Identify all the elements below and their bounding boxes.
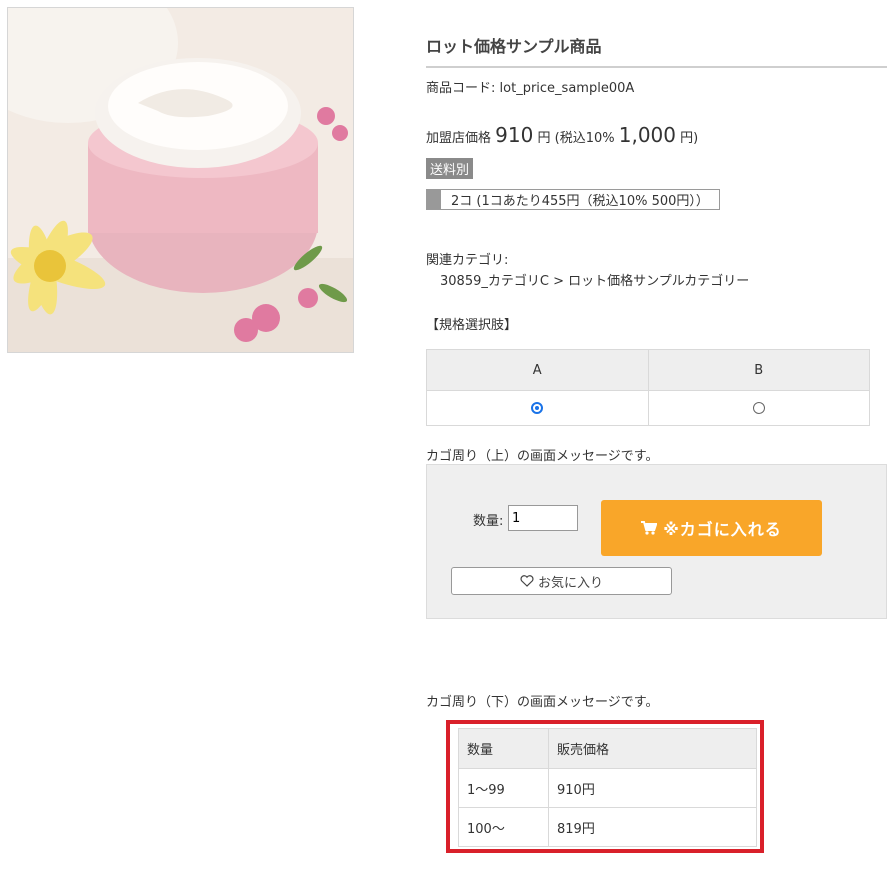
tier-header-price: 販売価格 (548, 728, 757, 769)
tier-price-cell: 819円 (548, 807, 757, 847)
product-image (7, 7, 354, 353)
product-code-value: lot_price_sample00A (499, 81, 635, 96)
tier-header-quantity: 数量 (458, 728, 549, 769)
price-tier-table: 数量 販売価格 1〜99 910円 100〜 819円 (458, 728, 757, 847)
category-link[interactable]: 30859_カテゴリC > ロット価格サンプルカテゴリー (440, 270, 749, 289)
cart-area: 数量: ※カゴに入れる お気に入り (426, 464, 887, 619)
add-to-cart-button[interactable]: ※カゴに入れる (601, 500, 822, 556)
price-line: 加盟店価格 910 円 (税込10% 1,000 円) (426, 123, 698, 147)
spec-table: A B (426, 349, 870, 426)
product-code-label: 商品コード: (426, 81, 496, 96)
shipping-badge: 送料別 (426, 158, 474, 179)
spec-option-b-header: B (647, 349, 870, 391)
price-label: 加盟店価格 (426, 131, 492, 146)
spec-option-a-cell (426, 390, 649, 426)
cart-icon (641, 521, 658, 535)
spec-option-a-radio[interactable] (531, 402, 544, 414)
price-value: 910 (495, 123, 534, 147)
quantity-input[interactable] (508, 505, 578, 531)
tier-quantity-cell: 1〜99 (458, 768, 549, 808)
product-photo-illustration (8, 8, 353, 352)
lot-price-text: 2コ (1コあたり455円（税込10% 500円）） (451, 194, 709, 209)
quantity-label: 数量: (473, 514, 504, 529)
heart-icon (520, 575, 534, 587)
tax-yen: 円) (680, 131, 699, 146)
spec-option-b-radio[interactable] (752, 402, 765, 414)
tier-price-cell: 910円 (548, 768, 757, 808)
spec-option-b-cell (647, 390, 870, 426)
product-code: 商品コード: lot_price_sample00A (426, 77, 634, 96)
lot-price-box: 2コ (1コあたり455円（税込10% 500円）） (426, 189, 720, 210)
cart-message-top: カゴ周り（上）の画面メッセージです。 (426, 449, 659, 464)
price-yen: 円 (537, 131, 551, 146)
table-row: 100〜 819円 (458, 807, 757, 847)
favorite-button[interactable]: お気に入り (451, 567, 672, 595)
favorite-label: お気に入り (537, 575, 603, 591)
spec-label: 【規格選択肢】 (426, 318, 518, 333)
category-label: 関連カテゴリ: (426, 253, 509, 268)
tax-label: (税込10% (554, 131, 615, 146)
cart-message-bottom: カゴ周り（下）の画面メッセージです。 (426, 695, 659, 710)
spec-option-a-header: A (426, 349, 649, 391)
tier-quantity-cell: 100〜 (458, 807, 549, 847)
table-row: 1〜99 910円 (458, 768, 757, 808)
table-header-row: 数量 販売価格 (458, 728, 757, 769)
lot-box-marker (427, 190, 441, 209)
tax-price-value: 1,000 (618, 123, 677, 147)
product-title: ロット価格サンプル商品 (426, 33, 887, 68)
add-to-cart-label: ※カゴに入れる (663, 520, 782, 539)
